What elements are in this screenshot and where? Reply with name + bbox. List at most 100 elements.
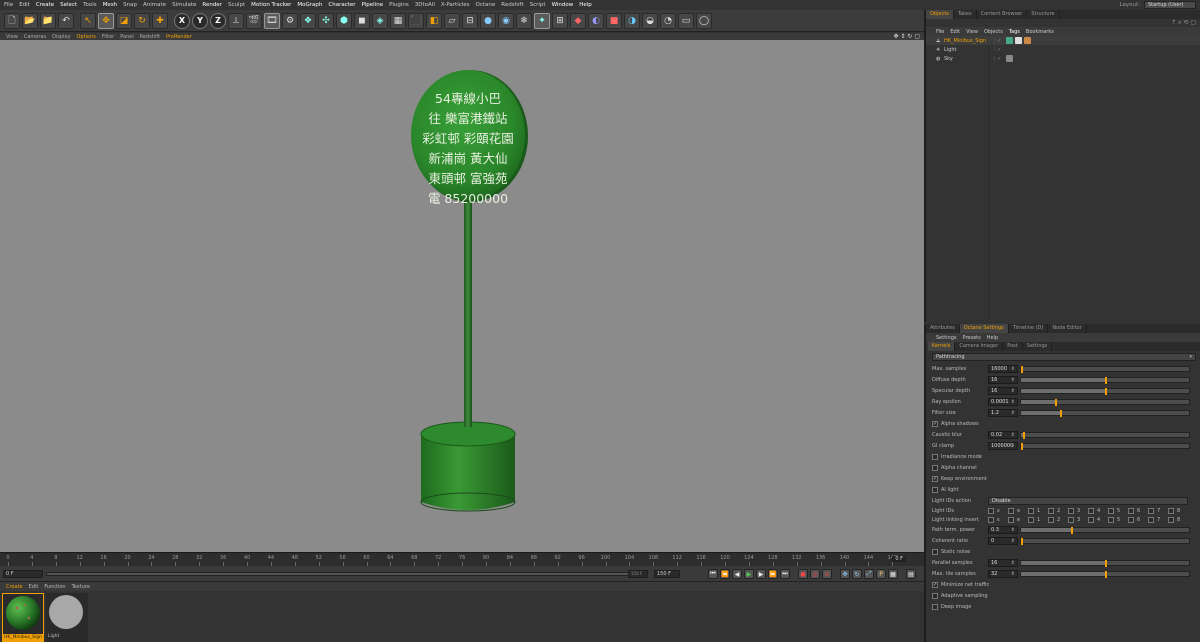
- param-value-field[interactable]: 16000 ⬍: [988, 364, 1018, 373]
- tab-objects[interactable]: Objects: [926, 10, 954, 19]
- object-icon[interactable]: ❖: [300, 12, 316, 29]
- layout-dropdown[interactable]: Startup (User): [1144, 1, 1196, 9]
- checkbox[interactable]: ✓: [932, 420, 938, 427]
- octane-material-icon[interactable]: ◉: [498, 12, 514, 29]
- param-slider[interactable]: [1020, 559, 1190, 567]
- stepper-icon[interactable]: ⬍: [1011, 571, 1015, 577]
- checkbox[interactable]: [932, 592, 938, 599]
- checkbox[interactable]: [988, 507, 994, 514]
- light-id-toggle[interactable]: 1: [1028, 507, 1048, 514]
- menu-mesh[interactable]: Mesh: [103, 2, 117, 8]
- light-id-toggle[interactable]: e: [1008, 507, 1028, 514]
- timeline-settings-icon[interactable]: ▤: [906, 569, 916, 579]
- slider-knob[interactable]: [1105, 570, 1107, 578]
- render-picture-viewer-icon[interactable]: 🎞: [264, 12, 280, 29]
- attr-tab-octane-settings[interactable]: Octane Settings: [959, 324, 1009, 333]
- checkbox[interactable]: [1088, 516, 1094, 523]
- light-id-toggle[interactable]: 6: [1128, 507, 1148, 514]
- spline-icon[interactable]: ✣: [318, 12, 334, 29]
- xparticles-system-icon[interactable]: ⊞: [552, 12, 568, 29]
- om-menu-objects[interactable]: Objects: [984, 29, 1003, 35]
- viewport-menu-filter[interactable]: Filter: [102, 34, 114, 40]
- octane-live-viewer-icon[interactable]: ◆: [570, 12, 586, 29]
- menu-window[interactable]: Window: [552, 2, 574, 8]
- checkbox[interactable]: ✓: [932, 475, 938, 482]
- light-id-toggle[interactable]: 8: [1168, 507, 1188, 514]
- param-slider[interactable]: [1020, 570, 1190, 578]
- menu-tools[interactable]: Tools: [83, 2, 97, 8]
- checkbox[interactable]: [932, 453, 938, 460]
- start-frame-field[interactable]: 0 F: [3, 570, 43, 578]
- sky-texture-tag-icon[interactable]: [1006, 55, 1013, 62]
- checkbox-row[interactable]: Adaptive sampling: [926, 590, 1200, 601]
- prev-frame-icon[interactable]: ◀: [732, 569, 742, 579]
- kernel-type-dropdown[interactable]: Pathtracing ▾: [932, 353, 1196, 361]
- attr-tab-attributes[interactable]: Attributes: [926, 324, 960, 333]
- slider-knob[interactable]: [1021, 365, 1023, 373]
- floor-icon[interactable]: ▱: [444, 12, 460, 29]
- sphere-icon[interactable]: ●: [480, 12, 496, 29]
- param-slider[interactable]: [1020, 409, 1190, 417]
- visibility-dots-icon[interactable]: ⁝ ✓: [994, 47, 1004, 53]
- menu-x-particles[interactable]: X-Particles: [441, 2, 470, 8]
- menu-octane[interactable]: Octane: [476, 2, 496, 8]
- move-icon[interactable]: ✥: [98, 12, 114, 29]
- goto-start-icon[interactable]: ⏮: [708, 569, 718, 579]
- y-axis-icon[interactable]: Y: [192, 12, 208, 29]
- checkbox[interactable]: [1028, 516, 1034, 523]
- param-slider[interactable]: [1020, 442, 1190, 450]
- object-name[interactable]: HK_Minibus_Sign: [944, 38, 994, 44]
- menu-snap[interactable]: Snap: [123, 2, 137, 8]
- light-id-toggle[interactable]: 1: [1028, 516, 1048, 523]
- attr-tab-node-editor[interactable]: Node Editor: [1048, 324, 1087, 333]
- menu-file[interactable]: File: [4, 2, 13, 8]
- generator-icon[interactable]: ⬢: [336, 12, 352, 29]
- stepper-icon[interactable]: ⬍: [1011, 377, 1015, 383]
- redshift-icon[interactable]: ■: [606, 12, 622, 29]
- array-icon[interactable]: ⬛: [408, 12, 424, 29]
- checkbox[interactable]: [1128, 507, 1134, 514]
- timeline-ruler[interactable]: 0 4 8 12 16 20 24 28 32 36 40 44 48 52 56 60 64 68 72 76 80 8…: [0, 552, 924, 566]
- next-frame-icon[interactable]: ▶: [756, 569, 766, 579]
- checkbox[interactable]: [1068, 516, 1074, 523]
- record-keys-icon[interactable]: ●: [798, 569, 808, 579]
- new-file-icon[interactable]: 🗋: [4, 12, 20, 29]
- 3d-viewport[interactable]: 54專線小巴往 樂富港鐵站 彩虹邨 彩頤花園 新浦崗 黃大仙 東頭邨 富強苑電 852…: [0, 40, 924, 552]
- checkbox-row[interactable]: Irradiance mode: [926, 451, 1200, 462]
- next-key-icon[interactable]: ⏩: [768, 569, 778, 579]
- menu-edit[interactable]: Edit: [19, 2, 30, 8]
- viewport-menu-redshift[interactable]: Redshift: [140, 34, 160, 40]
- key-scale-icon[interactable]: ⤢: [864, 569, 874, 579]
- live-select-icon[interactable]: ↖: [80, 12, 96, 29]
- light-id-toggle[interactable]: 3: [1068, 516, 1088, 523]
- light-id-toggle[interactable]: s: [988, 516, 1008, 523]
- checkbox-row[interactable]: Static noise: [926, 546, 1200, 557]
- light-id-toggle[interactable]: s: [988, 507, 1008, 514]
- checkbox[interactable]: [932, 548, 938, 555]
- visibility-dots-icon[interactable]: ⁝ ✓: [994, 38, 1004, 44]
- key-pla-icon[interactable]: ▦: [888, 569, 898, 579]
- checkbox[interactable]: [1048, 507, 1054, 514]
- menu-3dtoall[interactable]: 3DtoAll: [415, 2, 435, 8]
- object-name[interactable]: Light: [944, 47, 994, 53]
- slider-knob[interactable]: [1071, 526, 1074, 534]
- checkbox[interactable]: [1148, 516, 1154, 523]
- object-manager-nav-icons[interactable]: ↑ ⌕ ⟲ ▢: [926, 19, 1200, 27]
- checkbox[interactable]: [1168, 507, 1174, 514]
- light-id-toggle[interactable]: 4: [1088, 507, 1108, 514]
- viewport-menu-options[interactable]: Options: [77, 34, 96, 40]
- subtab-post[interactable]: Post: [1003, 342, 1023, 351]
- folder-icon[interactable]: 📁: [40, 12, 56, 29]
- menu-mograph[interactable]: MoGraph: [297, 2, 322, 8]
- checkbox[interactable]: [1028, 507, 1034, 514]
- attr-menu-help[interactable]: Help: [987, 335, 998, 341]
- menu-plugins[interactable]: Plugins: [389, 2, 409, 8]
- stepper-icon[interactable]: ⬍: [1011, 538, 1015, 544]
- checkbox[interactable]: [1128, 516, 1134, 523]
- auto-key-icon[interactable]: ◎: [810, 569, 820, 579]
- checkbox-row[interactable]: Deep image: [926, 601, 1200, 612]
- attr-menu-settings[interactable]: Settings: [936, 335, 957, 341]
- checkbox-row[interactable]: ✓ Keep environment: [926, 473, 1200, 484]
- checkbox[interactable]: [1048, 516, 1054, 523]
- box-icon[interactable]: ◧: [426, 12, 442, 29]
